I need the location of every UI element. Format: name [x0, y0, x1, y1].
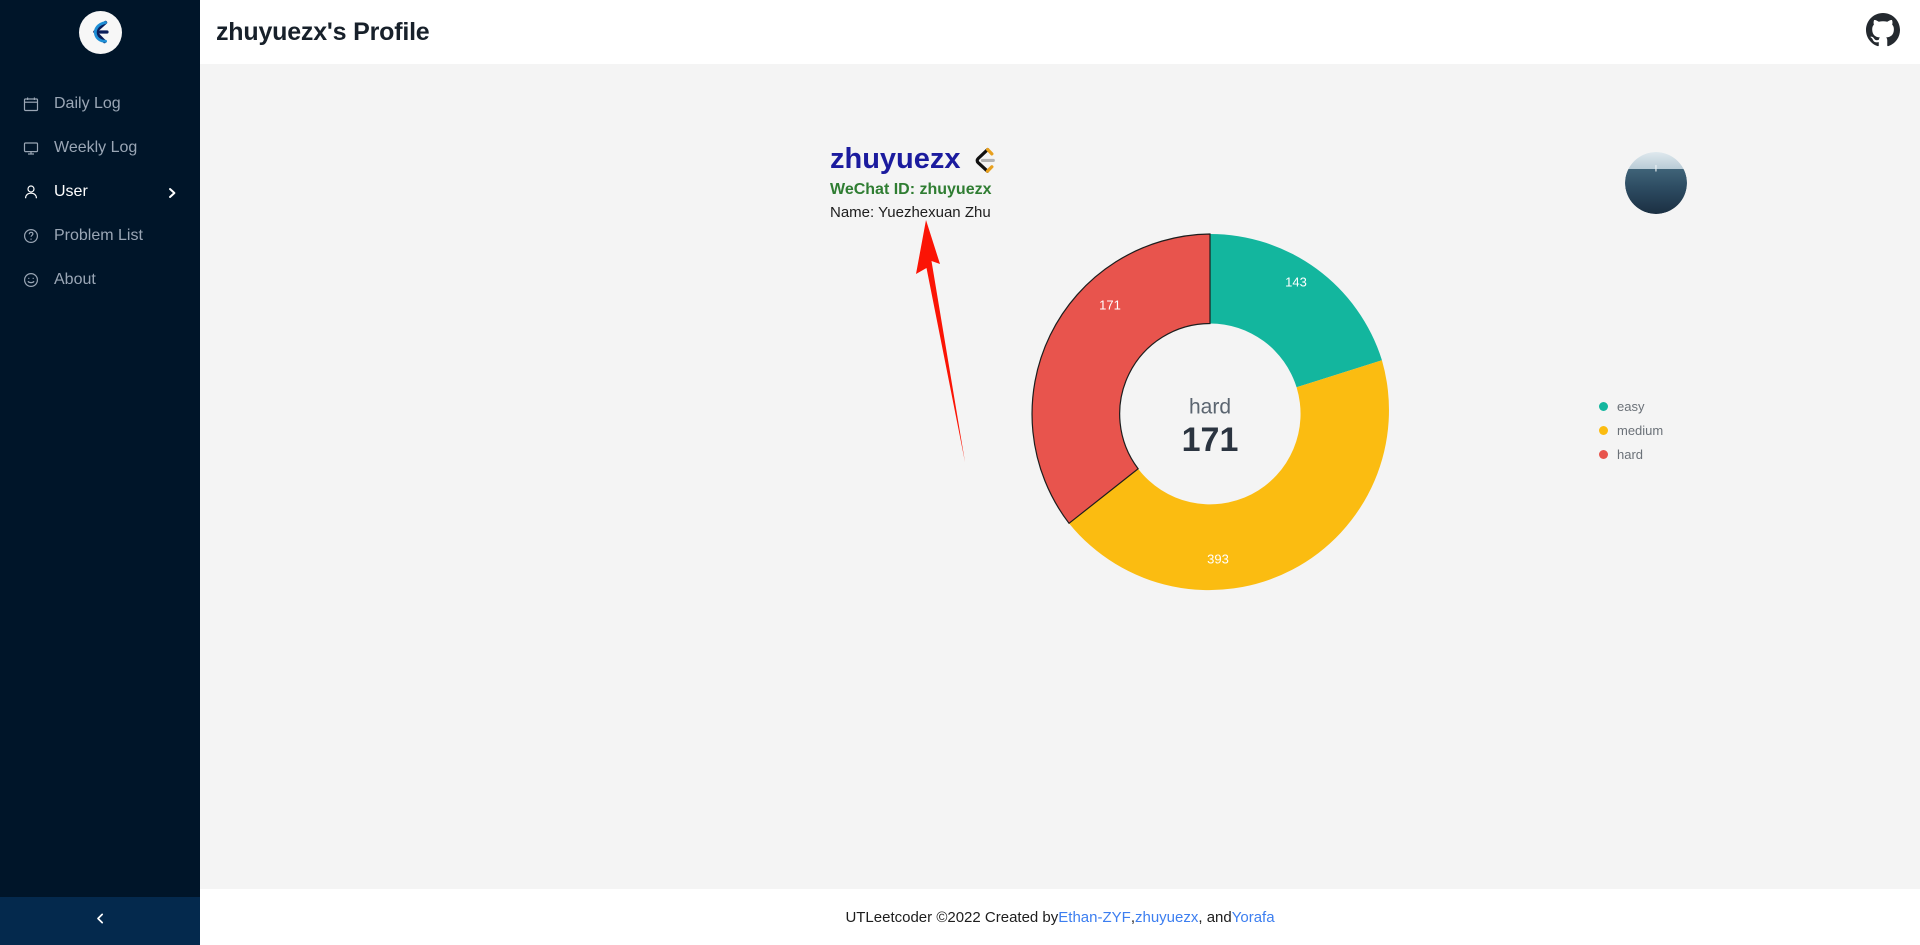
- legend-label: hard: [1617, 446, 1644, 462]
- legend-dot-easy: [1599, 401, 1608, 411]
- chart-legend: easy medium hard: [1599, 394, 1663, 466]
- sidebar-item-label: Problem List: [54, 227, 143, 244]
- real-name: Name: Yuezhexuan Zhu: [830, 203, 991, 221]
- sidebar-item-problem-list[interactable]: Problem List: [0, 214, 200, 258]
- footer-link-zhuyuezx[interactable]: zhuyuezx: [1135, 909, 1198, 926]
- donut-slice-hard[interactable]: [1031, 233, 1211, 525]
- footer-prefix: UTLeetcoder ©2022 Created by: [845, 908, 1059, 926]
- sidebar-nav: Daily Log Weekly Log User Problem List A…: [0, 82, 200, 302]
- sidebar-item-label: Daily Log: [54, 95, 121, 112]
- chevron-left-icon: [94, 912, 107, 930]
- calendar-icon: [22, 95, 40, 113]
- sidebar-item-user[interactable]: User: [0, 170, 200, 214]
- page-title: zhuyuezx's Profile: [216, 17, 430, 46]
- donut-label-easy: 143: [1285, 274, 1307, 289]
- wechat-id: WeChat ID: zhuyuezx: [830, 180, 992, 198]
- legend-item-easy[interactable]: easy: [1599, 394, 1663, 418]
- page-footer: UTLeetcoder ©2022 Created by Ethan-ZYF , …: [200, 889, 1920, 945]
- sidebar: Daily Log Weekly Log User Problem List A…: [0, 0, 200, 945]
- footer-link-ethan-zyf[interactable]: Ethan-ZYF: [1058, 909, 1131, 926]
- user-icon: [22, 183, 40, 201]
- legend-item-hard[interactable]: hard: [1599, 442, 1663, 466]
- sidebar-logo[interactable]: [0, 0, 200, 64]
- sidebar-item-label: User: [54, 183, 88, 200]
- content-area: zhuyuezx WeChat ID: zhuyuezx Name: Yuezh…: [200, 64, 1920, 889]
- sidebar-collapse-button[interactable]: [0, 897, 200, 945]
- donut-center-label: hard: [1189, 396, 1231, 419]
- profile-info: zhuyuezx WeChat ID: zhuyuezx Name: Yuezh…: [830, 143, 998, 221]
- donut-center-value: 171: [1182, 421, 1239, 459]
- app-root: Daily Log Weekly Log User Problem List A…: [0, 0, 1920, 945]
- profile-name-row: zhuyuezx: [830, 143, 998, 176]
- difficulty-donut-chart: 143 393 171 hard 171: [1020, 224, 1400, 604]
- donut-label-hard: 171: [1099, 297, 1121, 312]
- github-link[interactable]: [1866, 12, 1900, 52]
- smiley-icon: [22, 271, 40, 289]
- footer-sep-2: , and: [1198, 908, 1232, 926]
- sidebar-item-label: About: [54, 271, 96, 288]
- profile-username: zhuyuezx: [830, 143, 961, 175]
- user-avatar-photo[interactable]: [1625, 152, 1687, 214]
- sidebar-item-weekly-log[interactable]: Weekly Log: [0, 126, 200, 170]
- sidebar-item-daily-log[interactable]: Daily Log: [0, 82, 200, 126]
- monitor-icon: [22, 139, 40, 157]
- footer-link-yorafa[interactable]: Yorafa: [1232, 909, 1275, 926]
- github-icon: [1866, 12, 1900, 52]
- legend-item-medium[interactable]: medium: [1599, 418, 1663, 442]
- main-column: zhuyuezx's Profile zhuyuezx WeChat ID: z…: [200, 0, 1920, 945]
- leetcode-logo-icon[interactable]: [970, 146, 998, 174]
- utleetcoder-logo-icon: [78, 10, 122, 54]
- legend-dot-medium: [1599, 425, 1608, 435]
- sidebar-item-about[interactable]: About: [0, 258, 200, 302]
- donut-slice-easy[interactable]: [1210, 233, 1382, 388]
- legend-dot-hard: [1599, 449, 1608, 459]
- top-header: zhuyuezx's Profile: [200, 0, 1920, 64]
- legend-label: easy: [1617, 398, 1645, 414]
- donut-label-medium: 393: [1207, 551, 1229, 566]
- legend-label: medium: [1617, 422, 1664, 438]
- red-arrow-annotation: [890, 212, 1010, 477]
- question-circle-icon: [22, 227, 40, 245]
- chevron-right-icon: [166, 186, 178, 198]
- sidebar-item-label: Weekly Log: [54, 139, 138, 156]
